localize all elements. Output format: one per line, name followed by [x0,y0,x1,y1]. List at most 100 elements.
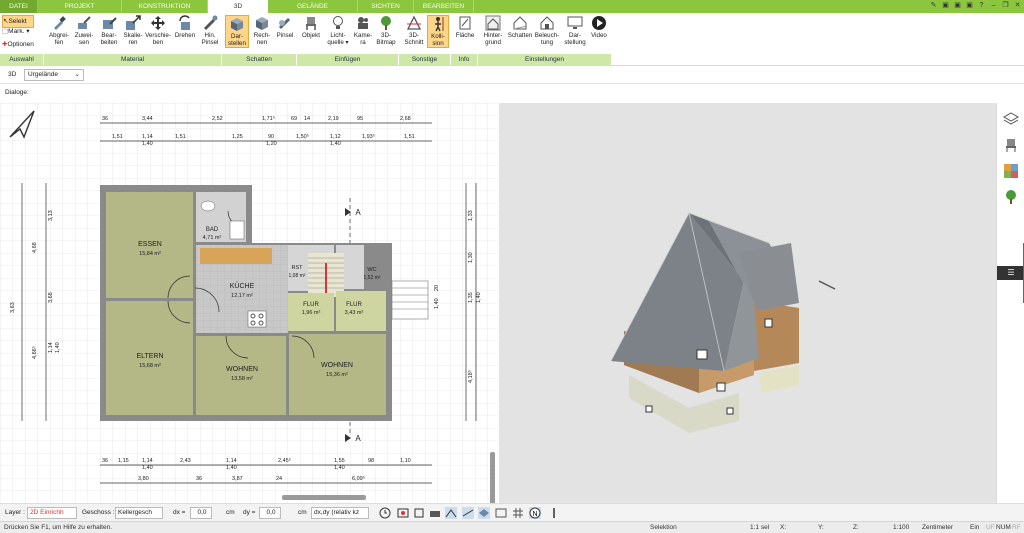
objekt-button[interactable]: Objekt [299,15,323,39]
bearbeiten-button[interactable]: Bear- beiten [97,15,121,46]
darstellung-button[interactable]: Dar- stellung [562,15,588,46]
zuweisen-button[interactable]: Zuwei- sen [72,15,96,46]
collision-icon [435,17,444,32]
dim-label: 4,68 [32,242,38,253]
tab-3d[interactable]: 3D [208,0,268,13]
schatten-pinsel-button[interactable]: Pinsel [274,15,296,39]
tab-projekt[interactable]: PROJEKT [38,0,122,13]
dy-input[interactable]: 0,0 [259,507,281,519]
hin-pinsel-button[interactable]: Hin. Pinsel [199,15,221,46]
dim-label: 1,40 [334,465,345,471]
abgreifen-button[interactable]: Abgrei- fen [48,15,70,46]
layer-select[interactable]: 2D Einrichh [27,507,77,519]
angle-snap-icon[interactable] [445,507,457,519]
dim-label: 1,14 [142,458,153,464]
dim-label: 24 [276,476,282,482]
rotate-icon [179,15,190,30]
close-icon[interactable]: ✕ [1013,1,1022,10]
group-einfuegen: Einfügen [297,54,399,65]
drehen-button[interactable]: Drehen [173,15,197,39]
toilet-icon [200,200,216,212]
terrain-select[interactable]: Urgelände ⌄ [24,69,84,81]
dim-label: 6,09⁵ [352,475,365,482]
room-area: 4,71 m² [203,235,222,241]
grid-icon[interactable] [512,507,524,519]
right-toolbar: ☰ [996,103,1024,503]
help-icon[interactable]: ? [977,1,986,10]
plan-horizontal-scrollbar[interactable] [282,495,366,500]
skalieren-button[interactable]: Skalie- ren [121,15,145,46]
selection-scale: 1:1 sel [750,524,770,531]
plan-vertical-scrollbar[interactable] [490,452,495,503]
house-bg-icon [485,15,501,31]
verschieben-button[interactable]: Verschie- ben [145,15,171,46]
help-text: Drücken Sie F1, um Hilfe zu erhalten. [4,524,113,531]
floor-plan-2d[interactable]: 36 3,44 2,52 1,71⁵ 69 14 2,19 95 2,68 1,… [0,103,498,503]
room-area: 1,52 m² [364,275,381,281]
tab-bearbeiten[interactable]: BEARBEITEN [414,0,474,13]
chair-icon[interactable] [1003,137,1019,153]
pinsel-icon [278,17,291,30]
group-einstellungen: Einstellungen [478,54,612,65]
plane-icon[interactable] [478,507,490,519]
optionen-button[interactable]: ✚Optionen [2,39,34,50]
flaeche-button[interactable]: Fläche [454,15,476,39]
cursor-line-icon[interactable] [548,507,560,519]
room-name: KÜCHE [230,282,255,290]
clock-icon[interactable] [379,507,391,519]
geschoss-select[interactable]: Kellergesch [115,507,163,519]
minimize-icon[interactable]: – [989,1,998,10]
room-name: RST [292,265,304,271]
darstellen-button[interactable]: Dar- stellen [225,15,249,49]
restore-icon[interactable]: ❐ [1001,1,1010,10]
lichtquelle-button[interactable]: Licht- quelle ▾ [326,15,350,46]
video-button[interactable]: Video [589,15,609,39]
layers-icon[interactable] [1003,111,1019,127]
schatten-settings-button[interactable]: Schatten [507,15,533,39]
dim-label: 1,12 [330,134,341,140]
window-icon[interactable]: ▣ [941,1,950,10]
panel-toggle-button[interactable]: ☰ [997,266,1024,280]
kollision-button[interactable]: Kolli- sion [427,15,449,49]
line-snap-icon[interactable] [462,507,474,519]
record-icon[interactable] [397,507,409,519]
house-3d-model[interactable] [499,103,996,503]
tab-gelaende[interactable]: GELÄNDE [268,0,358,13]
3d-schnitt-button[interactable]: 3D- Schnitt [402,15,426,46]
geschoss-label: Geschoss : [82,509,115,516]
rf-indicator: RF [1012,524,1021,531]
camera-icon[interactable] [429,507,441,519]
z-coordinate: Z: [853,524,859,531]
house-shadow-icon [513,16,528,30]
north-icon[interactable]: N [529,507,541,519]
pencil-icon[interactable]: ✎ [929,1,938,10]
dim-label: 3,68 [48,292,54,303]
dx-unit: cm [226,509,235,516]
3d-bitmap-button[interactable]: 3D- Bitmap [375,15,397,46]
kamera-button[interactable]: Kame- ra [352,15,374,46]
rechnen-button[interactable]: Rech- nen [251,15,273,46]
tab-datei[interactable]: DATEI [0,0,38,13]
tab-konstruktion[interactable]: KONSTRUKTION [122,0,208,13]
mark-button[interactable]: ⬚Mark. ▾ [2,26,29,37]
room-area: 1,96 m² [302,310,321,316]
num-indicator: NUM [996,524,1011,531]
dim-label: 1,25 [232,134,243,140]
window-icon[interactable]: ▣ [953,1,962,10]
dim-label: 1,20 [266,141,277,147]
coordinate-mode-select[interactable]: dx,dy (relativ kz [311,507,369,519]
hatch-icon[interactable] [495,507,507,519]
tab-sichten[interactable]: SICHTEN [358,0,414,13]
ribbon: ↖Selekt ⬚Mark. ▾ ✚Optionen Abgrei- fen Z… [0,13,1024,66]
material-palette-icon[interactable] [1003,163,1019,179]
dim-label: 1,40 [330,141,341,147]
beleuchtung-button[interactable]: Beleuch- tung [534,15,560,46]
view-3d[interactable] [499,103,996,503]
tree-icon[interactable] [1003,189,1019,205]
hintergrund-button[interactable]: Hinter- grund [480,15,506,46]
dx-input[interactable]: 0,0 [190,507,212,519]
dim-label: 1,14 [226,458,237,464]
floor-plan-svg[interactable]: 36 3,44 2,52 1,71⁵ 69 14 2,19 95 2,68 1,… [0,103,498,503]
window-icon[interactable]: ▣ [965,1,974,10]
snap-icon[interactable] [413,507,425,519]
